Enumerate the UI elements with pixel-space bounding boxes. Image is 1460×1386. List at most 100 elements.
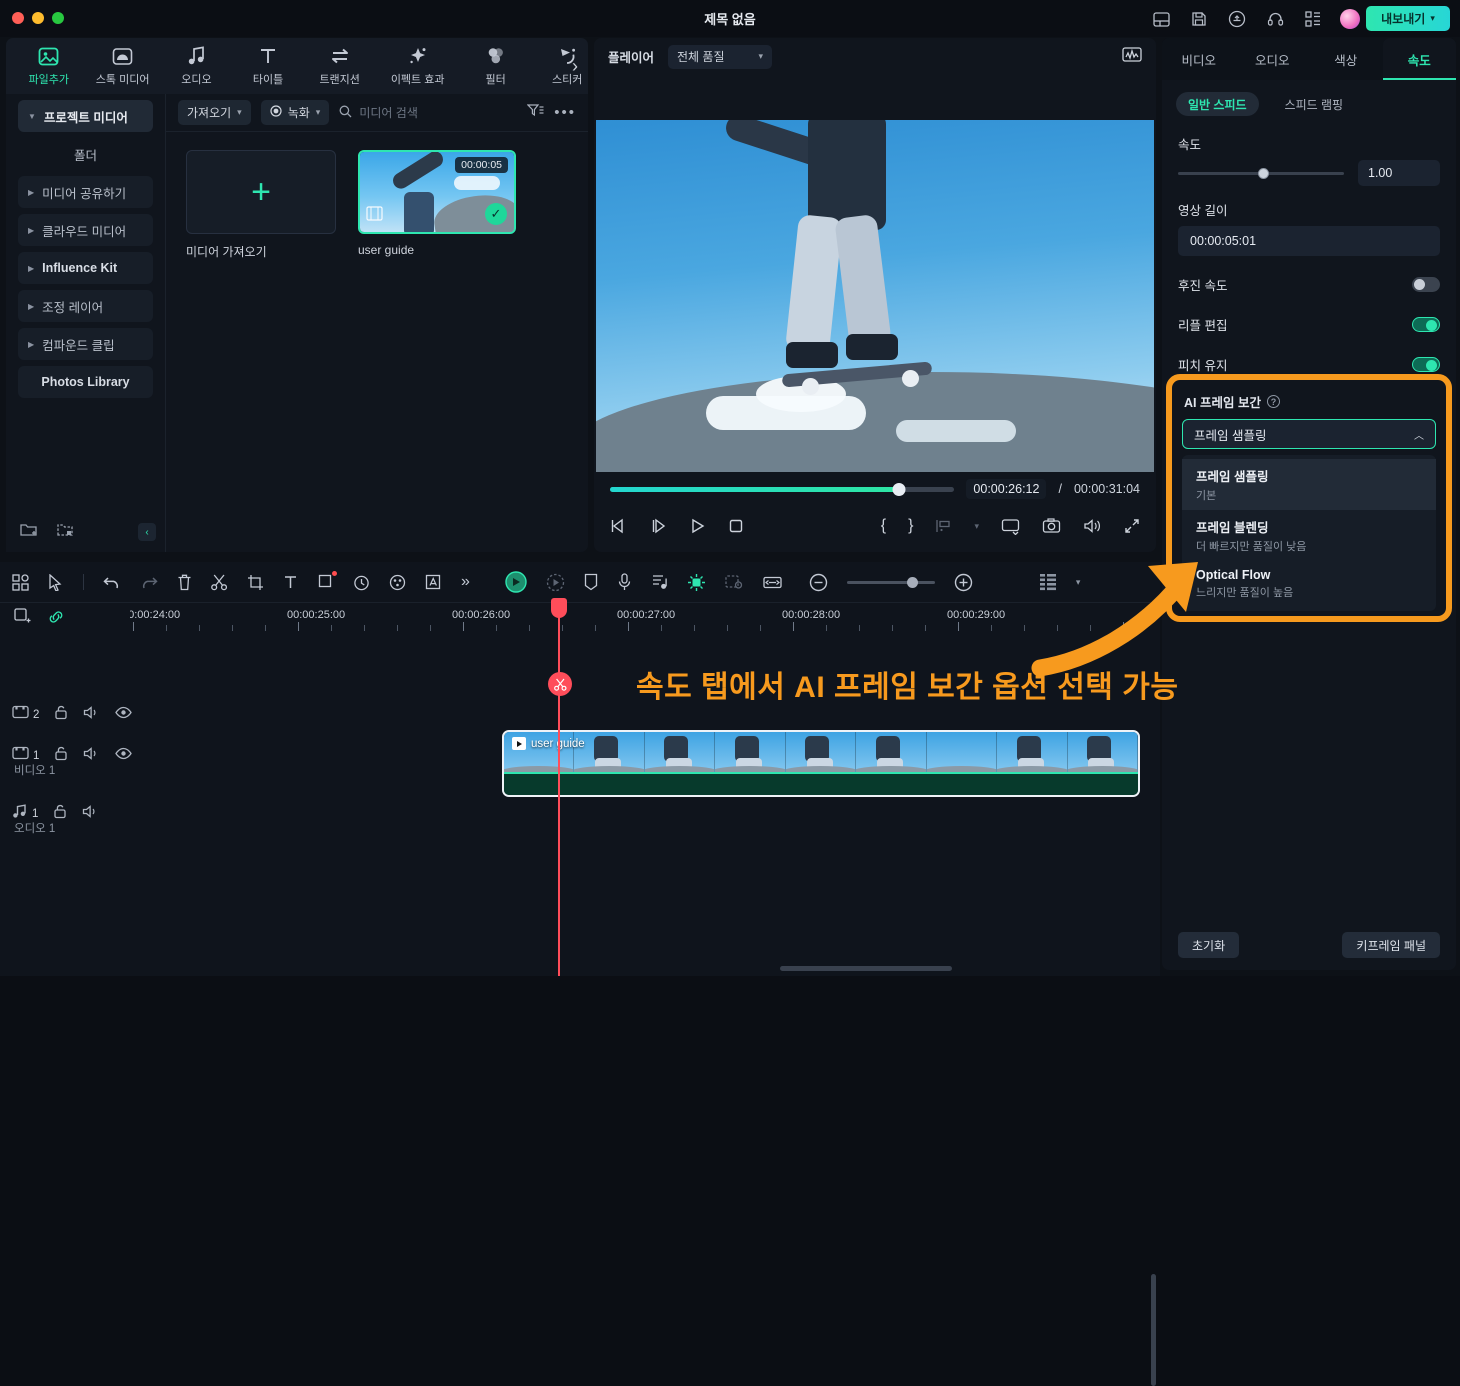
sidebar-item-cloud-media[interactable]: ▶ 클라우드 미디어 xyxy=(18,214,153,246)
play-icon[interactable] xyxy=(690,518,706,534)
filter-sort-icon[interactable] xyxy=(526,103,544,123)
crop-icon[interactable] xyxy=(247,574,264,591)
headset-icon[interactable] xyxy=(1264,8,1286,30)
save-icon[interactable] xyxy=(1188,8,1210,30)
zoom-in-icon[interactable] xyxy=(954,573,973,592)
timeline-zoom-handle[interactable] xyxy=(906,576,918,588)
timeline-vertical-scrollbar[interactable] xyxy=(1151,1274,1156,1386)
keyframe-icon[interactable] xyxy=(687,573,706,592)
maintain-pitch-toggle[interactable] xyxy=(1412,356,1440,372)
link-icon[interactable] xyxy=(47,609,65,630)
collapse-panel-icon[interactable]: ‹ xyxy=(138,523,156,541)
mute-icon[interactable] xyxy=(83,746,100,766)
help-question-icon[interactable]: ? xyxy=(1266,395,1280,408)
more-tools-icon[interactable]: » xyxy=(461,573,470,591)
speed-value-input[interactable]: 1.00 xyxy=(1358,160,1440,186)
sidebar-item-compound-clip[interactable]: ▶ 컴파운드 클립 xyxy=(18,328,153,360)
speed-slider[interactable] xyxy=(1178,167,1344,179)
render-icon[interactable] xyxy=(725,574,744,591)
quality-select[interactable]: 전체 품질 ▾ xyxy=(668,44,773,69)
toolbar-tab-audio[interactable]: 오디오 xyxy=(176,45,218,87)
next-frame-icon[interactable] xyxy=(650,518,668,534)
color-icon[interactable] xyxy=(389,574,406,591)
ai-frame-select[interactable]: 프레임 샘플링 ︿ xyxy=(1182,419,1436,449)
mute-icon[interactable] xyxy=(82,804,99,824)
export-button[interactable]: 내보내기 ▾ xyxy=(1366,6,1450,31)
split-icon[interactable] xyxy=(211,574,228,591)
search-input[interactable]: 미디어 검색 xyxy=(339,104,517,121)
sidebar-item-share-media[interactable]: ▶ 미디어 공유하기 xyxy=(18,176,153,208)
mark-out-icon[interactable]: } xyxy=(908,517,913,535)
marker-dropdown-icon[interactable]: ▾ xyxy=(974,521,979,532)
select-tool-icon[interactable] xyxy=(48,573,64,591)
mute-icon[interactable] xyxy=(83,705,100,725)
delete-icon[interactable] xyxy=(177,574,192,591)
tab-speed[interactable]: 속도 xyxy=(1382,38,1456,80)
split-at-playhead-button[interactable] xyxy=(548,672,572,696)
sidebar-item-photos-library[interactable]: Photos Library xyxy=(18,366,153,398)
reset-button[interactable]: 초기화 xyxy=(1178,932,1240,958)
tab-audio[interactable]: 오디오 xyxy=(1236,38,1310,80)
segment-normal-speed[interactable]: 일반 스피드 xyxy=(1176,92,1259,116)
tab-video[interactable]: 비디오 xyxy=(1162,38,1236,80)
media-item[interactable]: 00:00:05 ✓ user guide xyxy=(358,150,516,260)
duration-input[interactable]: 00:00:05:01 xyxy=(1178,226,1440,256)
toolbar-tab-sticker[interactable]: 스티커 xyxy=(546,45,588,87)
zoom-out-icon[interactable] xyxy=(809,573,828,592)
sidebar-item-folder[interactable]: 폴더 xyxy=(18,138,153,170)
import-media-tile[interactable]: + 미디어 가져오기 xyxy=(186,150,336,260)
cloud-upload-icon[interactable] xyxy=(1226,8,1248,30)
ai-frame-option-frame-sampling[interactable]: 프레임 샘플링 기본 xyxy=(1182,459,1436,510)
snapshot-icon[interactable] xyxy=(1042,518,1061,534)
fullscreen-icon[interactable] xyxy=(1124,518,1140,534)
toolbar-tab-media[interactable]: 파일추가 xyxy=(28,45,70,87)
more-options-icon[interactable]: ••• xyxy=(554,104,576,121)
import-button[interactable]: 가져오기 ▾ xyxy=(178,100,251,125)
reverse-speed-toggle[interactable] xyxy=(1412,276,1440,292)
templates-icon[interactable] xyxy=(12,573,29,591)
audio-detach-icon[interactable] xyxy=(651,573,668,591)
display-settings-icon[interactable] xyxy=(1001,518,1020,535)
plus-icon[interactable]: + xyxy=(186,150,336,234)
toolbar-tab-filter[interactable]: 필터 xyxy=(475,45,517,87)
voiceover-icon[interactable] xyxy=(617,573,632,591)
speed-slider-handle[interactable] xyxy=(1257,167,1269,179)
new-smart-folder-icon[interactable] xyxy=(56,522,74,543)
toolbar-tab-stock[interactable]: 스톡 미디어 xyxy=(96,45,149,87)
green-screen-icon[interactable] xyxy=(505,571,527,593)
keyframe-panel-button[interactable]: 키프레임 패널 xyxy=(1342,932,1440,958)
add-track-icon[interactable] xyxy=(14,608,31,630)
seek-slider[interactable] xyxy=(610,482,955,496)
redo-icon[interactable] xyxy=(140,575,158,590)
toolbar-tab-effects[interactable]: 이펙트 효과 xyxy=(391,45,445,87)
ai-frame-option-frame-blending[interactable]: 프레임 블렌딩 더 빠르지만 품질이 낮음 xyxy=(1182,510,1436,561)
sidebar-item-adjustment-layer[interactable]: ▶ 조정 레이어 xyxy=(18,290,153,322)
sidebar-item-influence-kit[interactable]: ▶ Influence Kit xyxy=(18,252,153,284)
playhead-handle[interactable] xyxy=(551,598,567,618)
seek-handle[interactable] xyxy=(892,482,906,496)
lock-icon[interactable] xyxy=(53,804,67,824)
toolbar-tab-title[interactable]: 타이틀 xyxy=(247,45,289,87)
marker-icon[interactable] xyxy=(935,518,952,534)
toolbar-tab-transition[interactable]: 트랜지션 xyxy=(319,45,361,87)
audio-waveform-icon[interactable] xyxy=(1122,46,1142,68)
undo-icon[interactable] xyxy=(103,575,121,590)
chevron-down-icon[interactable]: ▾ xyxy=(1430,13,1435,24)
video-preview-canvas[interactable] xyxy=(596,120,1154,472)
timeline-ruler[interactable]: 00:00:24:00 00:00:25:00 00:00:26:00 00:0… xyxy=(0,602,1160,634)
lock-icon[interactable] xyxy=(54,746,68,766)
fit-timeline-icon[interactable] xyxy=(763,575,782,590)
volume-icon[interactable] xyxy=(1083,518,1102,534)
mark-in-icon[interactable]: { xyxy=(881,517,886,535)
motion-tracking-icon[interactable] xyxy=(546,573,565,592)
avatar[interactable] xyxy=(1340,9,1360,29)
tab-color[interactable]: 색상 xyxy=(1309,38,1383,80)
chevron-right-icon[interactable]: › xyxy=(572,56,578,77)
sidebar-item-project-media[interactable]: ▼ 프로젝트 미디어 xyxy=(18,100,153,132)
record-button[interactable]: 녹화 ▾ xyxy=(260,100,330,125)
speed-icon[interactable] xyxy=(353,574,370,591)
new-folder-icon[interactable] xyxy=(20,522,38,543)
lock-icon[interactable] xyxy=(54,705,68,725)
eye-icon[interactable] xyxy=(115,747,133,765)
timeline-zoom-slider[interactable] xyxy=(846,576,935,588)
